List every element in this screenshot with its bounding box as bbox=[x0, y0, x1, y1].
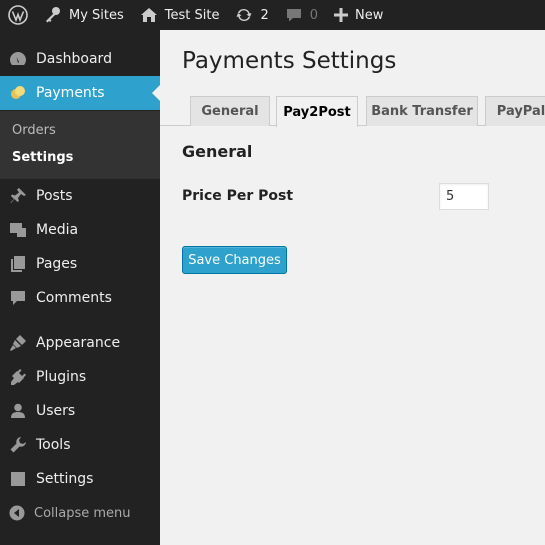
section-title: General bbox=[182, 142, 253, 161]
wordpress-icon bbox=[8, 5, 28, 25]
menu-label: Settings bbox=[36, 471, 94, 487]
key-icon bbox=[46, 7, 60, 23]
admin-bar: My Sites Test Site 2 0 New bbox=[0, 0, 545, 30]
menu-item-tools[interactable]: Tools bbox=[0, 428, 160, 462]
plus-icon bbox=[334, 8, 349, 22]
menu-label: Media bbox=[36, 222, 79, 238]
menu-item-plugins[interactable]: Plugins bbox=[0, 360, 160, 394]
menu-item-appearance[interactable]: Appearance bbox=[0, 326, 160, 360]
new-content-menu[interactable]: New bbox=[326, 0, 391, 30]
plug-icon bbox=[0, 360, 36, 394]
menu-label: Users bbox=[36, 403, 76, 419]
home-icon bbox=[140, 8, 157, 22]
comments-count: 0 bbox=[309, 7, 319, 23]
comment-icon bbox=[0, 281, 36, 315]
updates-count: 2 bbox=[260, 7, 269, 23]
tab-general[interactable]: General bbox=[190, 96, 270, 126]
new-label: New bbox=[355, 7, 384, 23]
menu-item-settings[interactable]: Settings bbox=[0, 462, 160, 496]
wrench-icon bbox=[0, 428, 36, 462]
updates-icon bbox=[236, 8, 252, 22]
sliders-icon bbox=[0, 462, 36, 496]
my-sites-label: My Sites bbox=[69, 7, 124, 23]
updates-menu[interactable]: 2 bbox=[227, 0, 276, 30]
menu-label: Appearance bbox=[36, 335, 121, 351]
menu-item-users[interactable]: Users bbox=[0, 394, 160, 428]
payments-submenu: Orders Settings bbox=[0, 111, 160, 179]
site-name-menu[interactable]: Test Site bbox=[132, 0, 228, 30]
tab-pay2post[interactable]: Pay2Post bbox=[276, 96, 358, 127]
menu-item-dashboard[interactable]: Dashboard bbox=[0, 42, 160, 76]
collapse-menu-label: Collapse menu bbox=[34, 505, 131, 521]
submenu-item-settings[interactable]: Settings bbox=[12, 150, 73, 165]
wordpress-logo-button[interactable] bbox=[0, 0, 36, 30]
user-icon bbox=[0, 394, 36, 428]
menu-label: Tools bbox=[36, 437, 71, 453]
menu-item-media[interactable]: Media bbox=[0, 213, 160, 247]
menu-label: Posts bbox=[36, 188, 73, 204]
menu-label: Comments bbox=[36, 290, 112, 306]
media-icon bbox=[0, 213, 36, 247]
price-per-post-input[interactable] bbox=[439, 183, 489, 210]
menu-label: Pages bbox=[36, 256, 78, 272]
collapse-menu-button[interactable]: Collapse menu bbox=[0, 498, 160, 528]
site-name-label: Test Site bbox=[164, 7, 220, 23]
tab-paypal[interactable]: PayPal bbox=[485, 96, 545, 126]
brush-icon bbox=[0, 326, 36, 360]
menu-item-comments[interactable]: Comments bbox=[0, 281, 160, 315]
menu-item-pages[interactable]: Pages bbox=[0, 247, 160, 281]
comment-bubble-icon bbox=[286, 9, 301, 22]
tab-bank-transfer[interactable]: Bank Transfer bbox=[366, 96, 478, 126]
pages-icon bbox=[0, 247, 36, 281]
menu-item-payments[interactable]: Payments bbox=[0, 76, 160, 110]
main-content: Payments Settings General Pay2Post Bank … bbox=[160, 30, 545, 545]
save-changes-button[interactable]: Save Changes bbox=[182, 246, 287, 274]
menu-item-posts[interactable]: Posts bbox=[0, 179, 160, 213]
payments-icon bbox=[0, 76, 36, 110]
price-per-post-label: Price Per Post bbox=[182, 188, 294, 204]
menu-label: Plugins bbox=[36, 369, 87, 385]
dashboard-icon bbox=[0, 42, 36, 76]
page-title: Payments Settings bbox=[182, 48, 397, 74]
collapse-arrow-icon bbox=[0, 505, 34, 521]
menu-label: Payments bbox=[36, 85, 105, 101]
current-indicator-arrow bbox=[152, 85, 160, 101]
submenu-item-orders[interactable]: Orders bbox=[12, 123, 56, 138]
menu-label: Dashboard bbox=[36, 51, 112, 67]
my-sites-menu[interactable]: My Sites bbox=[36, 0, 132, 30]
comments-menu[interactable]: 0 bbox=[277, 0, 326, 30]
pin-icon bbox=[0, 179, 36, 213]
admin-sidebar: Dashboard Payments Orders Settings Posts… bbox=[0, 30, 160, 545]
